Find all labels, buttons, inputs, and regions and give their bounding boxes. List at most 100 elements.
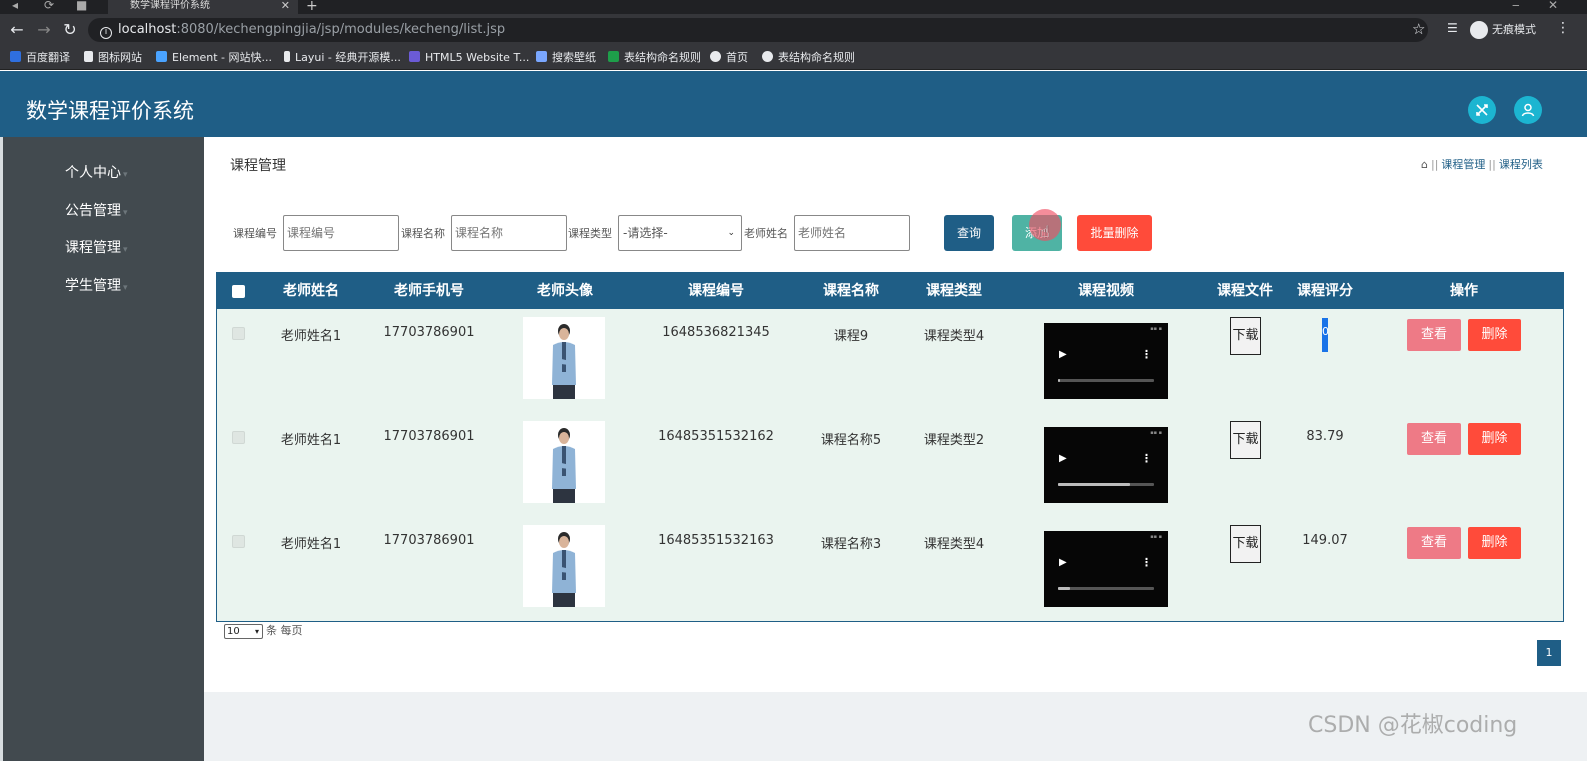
bookmark-item[interactable]: 百度翻译 xyxy=(10,50,70,66)
score-cell: 149.07 xyxy=(1302,533,1348,548)
bookmark-label: HTML5 Website T... xyxy=(425,51,530,64)
download-button[interactable]: 下载 xyxy=(1230,525,1261,563)
back-icon[interactable]: ← xyxy=(8,21,26,39)
close-window-icon[interactable]: ✕ xyxy=(1548,0,1558,12)
incognito-indicator[interactable]: 无痕模式 xyxy=(1470,20,1536,40)
course-video-player[interactable]: ▪▪ ▪ ▶ ⋮ xyxy=(1044,531,1168,607)
more-options-icon[interactable]: ⋮ xyxy=(1141,452,1152,465)
course-type-cell: 课程类型2 xyxy=(923,433,985,448)
sidebar-item-label: 个人中心 xyxy=(65,165,121,181)
browser-menu-icon[interactable]: ⋮ xyxy=(1556,20,1570,36)
sidebar-item-course[interactable]: 课程管理 ▾ xyxy=(65,238,128,260)
batch-delete-button[interactable]: 批量删除 xyxy=(1077,215,1152,251)
page-button-current[interactable]: 1 xyxy=(1537,640,1561,666)
sidebar-item-label: 公告管理 xyxy=(65,203,121,219)
bookmark-label: 搜索壁纸 xyxy=(552,51,596,64)
video-progress-bar[interactable] xyxy=(1058,587,1154,590)
video-status-icon: ▪▪ ▪ xyxy=(1150,430,1162,436)
bookmark-item[interactable]: Layui - 经典开源模... xyxy=(284,50,401,66)
home-icon[interactable]: ⌂ xyxy=(1421,158,1428,171)
globe-icon xyxy=(762,51,773,62)
sidebar-item-personal[interactable]: 个人中心 ▾ xyxy=(65,163,128,185)
row-checkbox[interactable] xyxy=(232,327,245,340)
phone-cell: 17703786901 xyxy=(383,325,475,340)
bookmark-item[interactable]: 首页 xyxy=(710,50,748,66)
bookmark-item[interactable]: 图标网站 xyxy=(84,50,142,66)
download-button[interactable]: 下载 xyxy=(1230,421,1261,459)
delete-button[interactable]: 删除 xyxy=(1468,527,1521,559)
chevron-down-icon: ▾ xyxy=(123,245,128,255)
play-icon[interactable]: ▶ xyxy=(1059,557,1067,568)
teacher-avatar xyxy=(523,421,605,503)
course-name-input[interactable] xyxy=(451,215,567,251)
reading-list-icon[interactable]: ☰ xyxy=(1447,21,1458,35)
teacher-name-cell: 老师姓名1 xyxy=(280,433,342,448)
new-tab-icon[interactable]: + xyxy=(306,0,318,14)
sidebar: 个人中心 ▾ 公告管理 ▾ 课程管理 ▾ 学生管理 ▾ xyxy=(0,137,204,761)
play-icon[interactable]: ▶ xyxy=(1059,453,1067,464)
user-icon[interactable] xyxy=(1514,96,1542,124)
row-checkbox[interactable] xyxy=(232,535,245,548)
forward-icon[interactable]: → xyxy=(35,21,53,39)
delete-button[interactable]: 删除 xyxy=(1468,423,1521,455)
page-size-select[interactable]: 10 ▾ xyxy=(224,623,263,639)
bookmark-item[interactable]: HTML5 Website T... xyxy=(409,50,529,66)
teacher-name-label: 老师姓名 xyxy=(744,227,788,240)
shuffle-icon[interactable] xyxy=(1468,96,1496,124)
minimize-icon[interactable]: ‒ xyxy=(1512,0,1520,12)
view-button[interactable]: 查看 xyxy=(1407,319,1461,351)
browser-tab[interactable]: 数学课程评价系统 ✕ xyxy=(108,0,298,14)
more-options-icon[interactable]: ⋮ xyxy=(1141,556,1152,569)
course-type-select[interactable]: -请选择- ⌄ xyxy=(618,215,742,251)
course-no-label: 课程编号 xyxy=(233,227,277,240)
course-name-label: 课程名称 xyxy=(401,227,445,240)
column-header: 老师头像 xyxy=(537,283,593,299)
address-bar[interactable]: i localhost:8080/kechengpingjia/jsp/modul… xyxy=(88,18,1428,42)
app-title: 数学课程评价系统 xyxy=(26,99,194,123)
bookmark-item[interactable]: 搜索壁纸 xyxy=(536,50,596,66)
url-host: localhost xyxy=(118,22,177,37)
delete-button[interactable]: 删除 xyxy=(1468,319,1521,351)
reload-tab-icon[interactable]: ⟳ xyxy=(44,0,54,12)
teacher-avatar xyxy=(523,525,605,607)
breadcrumb-item[interactable]: 课程管理 xyxy=(1441,158,1485,171)
sidebar-item-student[interactable]: 学生管理 ▾ xyxy=(65,276,128,298)
video-progress-bar[interactable] xyxy=(1058,483,1154,486)
bookmark-label: 表结构命名规则 xyxy=(778,51,855,64)
sidebar-item-notice[interactable]: 公告管理 ▾ xyxy=(65,201,128,223)
course-no-cell: 16485351532162 xyxy=(658,429,774,444)
tab-search-icon[interactable]: ■ xyxy=(76,0,87,12)
browser-tab-title: 数学课程评价系统 xyxy=(130,0,210,11)
column-header: 老师手机号 xyxy=(394,283,464,299)
teacher-name-input[interactable] xyxy=(794,215,910,251)
play-icon[interactable]: ▶ xyxy=(1059,349,1067,360)
site-info-icon[interactable]: i xyxy=(100,27,112,39)
select-all-checkbox[interactable] xyxy=(232,285,245,298)
row-checkbox[interactable] xyxy=(232,431,245,444)
layui-icon xyxy=(284,51,290,62)
course-no-cell: 1648536821345 xyxy=(662,325,770,340)
bookmark-item[interactable]: 表结构命名规则 xyxy=(762,50,855,66)
course-no-input[interactable] xyxy=(283,215,399,251)
course-video-player[interactable]: ▪▪ ▪ ▶ ⋮ xyxy=(1044,427,1168,503)
breadcrumb-item[interactable]: 课程列表 xyxy=(1499,158,1543,171)
video-progress-bar[interactable] xyxy=(1058,379,1154,382)
download-button[interactable]: 下载 xyxy=(1230,317,1261,355)
bookmark-label: Layui - 经典开源模... xyxy=(295,51,401,64)
close-tab-icon[interactable]: ✕ xyxy=(281,0,290,12)
back-tab-icon[interactable]: ◂ xyxy=(12,0,18,12)
bookmark-item[interactable]: 表结构命名规则 xyxy=(608,50,701,66)
chevron-down-icon: ⌄ xyxy=(727,228,735,238)
bookmark-item[interactable]: Element - 网站快... xyxy=(156,50,272,66)
wallpaper-icon xyxy=(536,51,547,62)
course-video-player[interactable]: ▪▪ ▪ ▶ ⋮ xyxy=(1044,323,1168,399)
table-icon xyxy=(608,51,619,62)
view-button[interactable]: 查看 xyxy=(1407,527,1461,559)
reload-icon[interactable]: ↻ xyxy=(61,21,79,39)
more-options-icon[interactable]: ⋮ xyxy=(1141,348,1152,361)
query-button[interactable]: 查询 xyxy=(944,215,994,251)
view-button[interactable]: 查看 xyxy=(1407,423,1461,455)
bookmark-star-icon[interactable]: ☆ xyxy=(1412,20,1425,38)
phone-cell: 17703786901 xyxy=(383,533,475,548)
chevron-down-icon: ▾ xyxy=(123,283,128,293)
